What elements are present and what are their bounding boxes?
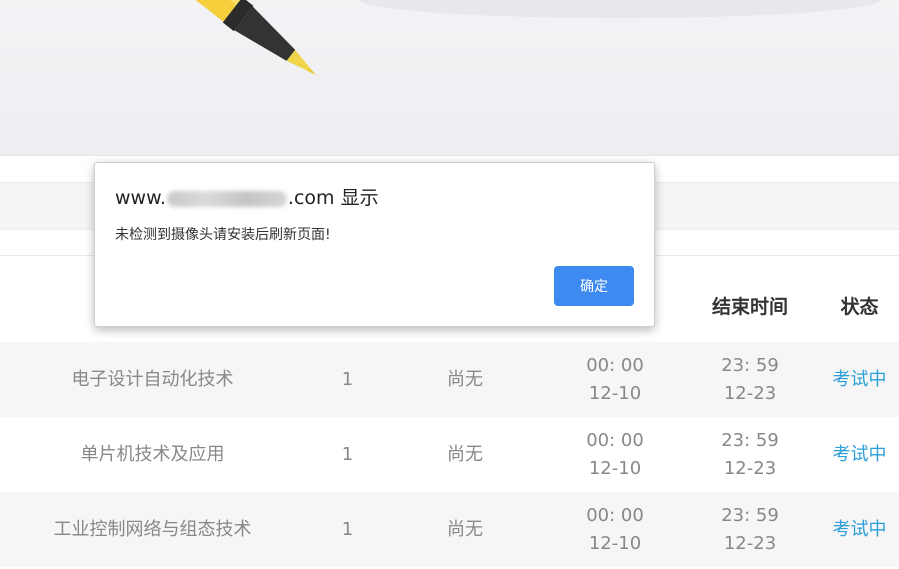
exam-score: 尚无 [447, 368, 483, 390]
exam-count: 1 [341, 518, 354, 540]
end-time: 23: 59 12-23 [680, 342, 820, 417]
exam-name: 电子设计自动化技术 [71, 368, 234, 390]
end-time-clock: 23: 59 [721, 504, 779, 526]
exam-count: 1 [341, 443, 354, 465]
dialog-title: www. .com 显示 [115, 183, 379, 210]
start-time: 00: 00 12-10 [545, 342, 685, 417]
header-status: 状态 [840, 296, 879, 318]
blurred-domain [166, 190, 287, 207]
end-time-date: 12-23 [723, 532, 777, 554]
alert-dialog: www. .com 显示 未检测到摄像头请安装后刷新页面! 确定 [94, 162, 655, 327]
dialog-message: 未检测到摄像头请安装后刷新页面! [115, 227, 331, 243]
exam-score: 尚无 [447, 518, 483, 540]
end-time-clock: 23: 59 [721, 354, 779, 376]
status-link[interactable]: 考试中 [820, 417, 899, 492]
header-end-time: 结束时间 [711, 296, 788, 318]
pen-illustration [163, 0, 880, 76]
start-time-clock: 00: 00 [586, 354, 644, 376]
ok-button[interactable]: 确定 [554, 266, 634, 306]
end-time-date: 12-23 [723, 382, 777, 404]
start-time-date: 12-10 [588, 382, 642, 404]
table-row: 电子设计自动化技术 1 尚无 00: 00 12-10 23: 59 12-23… [0, 342, 899, 417]
start-time: 00: 00 12-10 [545, 492, 685, 567]
start-time-date: 12-10 [588, 457, 642, 479]
exam-score: 尚无 [447, 443, 483, 465]
end-time: 23: 59 12-23 [680, 492, 820, 567]
end-time: 23: 59 12-23 [680, 417, 820, 492]
status-link[interactable]: 考试中 [820, 492, 899, 567]
table-row: 单片机技术及应用 1 尚无 00: 00 12-10 23: 59 12-23 … [0, 417, 899, 492]
exam-name: 工业控制网络与组态技术 [53, 518, 252, 540]
end-time-clock: 23: 59 [721, 429, 779, 451]
start-time-date: 12-10 [588, 532, 642, 554]
exam-name: 单片机技术及应用 [80, 443, 225, 465]
end-time-date: 12-23 [723, 457, 777, 479]
start-time: 00: 00 12-10 [545, 417, 685, 492]
dialog-title-prefix: www. [115, 187, 166, 209]
table-row: 工业控制网络与组态技术 1 尚无 00: 00 12-10 23: 59 12-… [0, 492, 899, 567]
banner-image [0, 0, 899, 156]
status-link[interactable]: 考试中 [820, 342, 899, 417]
exam-count: 1 [341, 368, 354, 390]
start-time-clock: 00: 00 [586, 504, 644, 526]
start-time-clock: 00: 00 [586, 429, 644, 451]
dialog-title-suffix: .com 显示 [287, 187, 379, 209]
